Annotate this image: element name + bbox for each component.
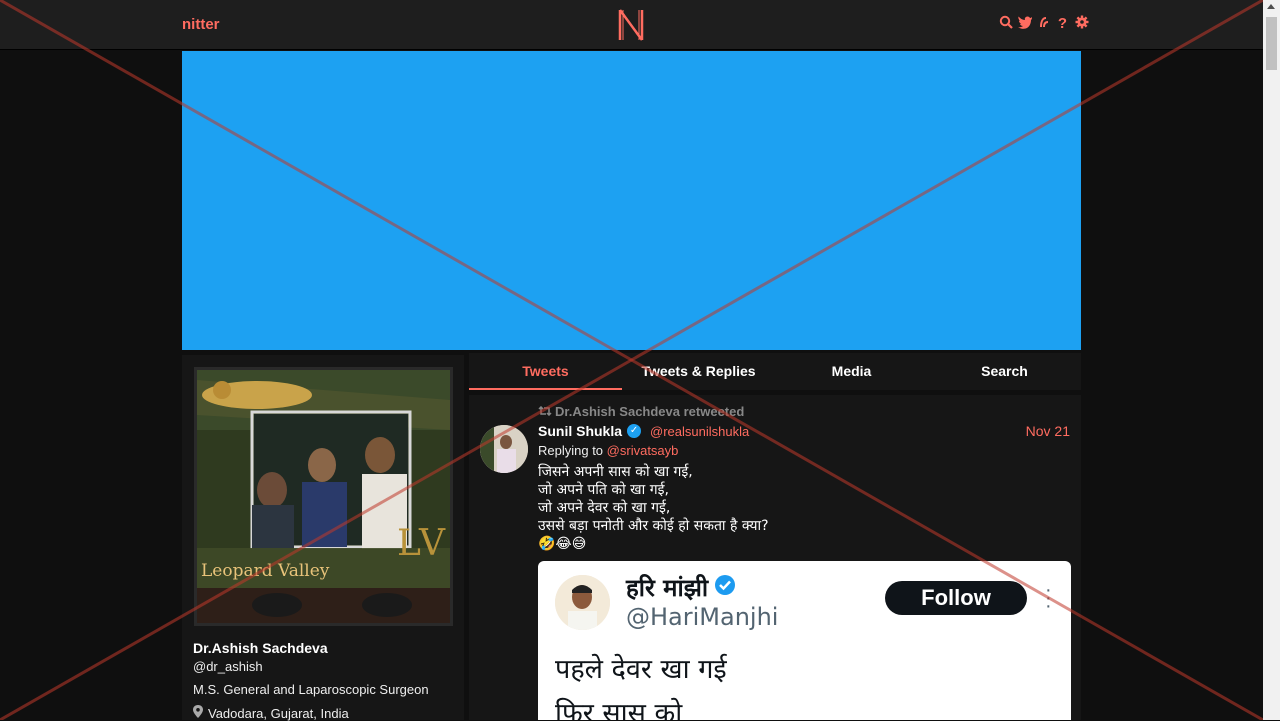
embedded-avatar bbox=[555, 575, 610, 630]
retweet-icon bbox=[538, 404, 552, 419]
embedded-verified-icon bbox=[714, 574, 736, 602]
replying-to: Replying to @srivatsayb bbox=[538, 443, 678, 458]
tab-search[interactable]: Search bbox=[928, 353, 1081, 390]
nav-icons: ? bbox=[998, 15, 1089, 33]
location-text: Vadodara, Gujarat, India bbox=[208, 705, 349, 721]
tab-media[interactable]: Media bbox=[775, 353, 928, 390]
tweet-header: Sunil Shukla ✓ @realsunilshukla bbox=[538, 423, 749, 439]
tweet-avatar[interactable] bbox=[480, 425, 528, 473]
profile-handle[interactable]: @dr_ashish bbox=[193, 659, 263, 674]
more-options-icon: · · · bbox=[1045, 579, 1052, 617]
profile-location: Vadodara, Gujarat, India bbox=[193, 705, 349, 721]
location-pin-icon bbox=[193, 705, 203, 721]
profile-tabs: Tweets Tweets & Replies Media Search bbox=[469, 353, 1081, 390]
svg-text:V: V bbox=[418, 523, 446, 564]
tab-tweets[interactable]: Tweets bbox=[469, 353, 622, 390]
profile-banner[interactable] bbox=[182, 51, 1081, 350]
navbar: nitter ? bbox=[0, 0, 1263, 50]
replying-to-link[interactable]: @srivatsayb bbox=[607, 443, 679, 458]
tweet-author-handle[interactable]: @realsunilshukla bbox=[650, 424, 749, 439]
embedded-handle: @HariManjhi bbox=[626, 603, 779, 631]
scroll-up-arrow-icon[interactable] bbox=[1267, 4, 1275, 9]
help-icon[interactable]: ? bbox=[1055, 15, 1070, 33]
embedded-name-row: हरि मांझी bbox=[626, 571, 736, 604]
tweet-emoji-line: 🤣😂😅 bbox=[538, 536, 587, 552]
embedded-text-line: फिर सास को bbox=[555, 698, 683, 720]
profile-card: Leopard Valley L V Dr.Ashish Sachdeva @d… bbox=[182, 355, 464, 721]
profile-bio: M.S. General and Laparoscopic Surgeon bbox=[193, 682, 429, 697]
search-icon[interactable] bbox=[998, 15, 1013, 33]
rss-icon[interactable] bbox=[1036, 15, 1051, 33]
tweet-line: जिसने अपनी सास को खा गई, bbox=[538, 464, 693, 480]
retweet-header-text[interactable]: Dr.Ashish Sachdeva retweeted bbox=[555, 404, 744, 419]
svg-text:L: L bbox=[397, 523, 421, 564]
tweet-line: उससे बड़ा पनोती और कोई हो सकता है क्या? bbox=[538, 518, 769, 534]
embedded-text-line: पहले देवर खा गई bbox=[555, 654, 727, 685]
profile-name[interactable]: Dr.Ashish Sachdeva bbox=[193, 640, 328, 656]
scrollbar-thumb[interactable] bbox=[1266, 17, 1277, 70]
embedded-follow-button: Follow bbox=[885, 581, 1027, 615]
brand-link[interactable]: nitter bbox=[182, 16, 220, 33]
tweet-media-image[interactable]: हरि मांझी @HariManjhi Follow · · · पहले दे… bbox=[538, 561, 1071, 720]
tweet-author-name[interactable]: Sunil Shukla bbox=[538, 423, 622, 439]
settings-icon[interactable] bbox=[1074, 15, 1089, 33]
tweet-line: जो अपने देवर को खा गई, bbox=[538, 500, 671, 516]
retweet-header: Dr.Ashish Sachdeva retweeted bbox=[538, 404, 744, 419]
profile-photo[interactable]: Leopard Valley L V bbox=[194, 367, 453, 626]
twitter-icon[interactable] bbox=[1017, 15, 1032, 33]
nitter-logo[interactable] bbox=[617, 8, 645, 42]
embedded-name: हरि मांझी bbox=[626, 574, 709, 602]
tweet-text: जिसने अपनी सास को खा गई, जो अपने पति को … bbox=[538, 463, 769, 553]
tweet-date[interactable]: Nov 21 bbox=[1026, 423, 1070, 439]
photo-caption: Leopard Valley bbox=[201, 561, 330, 581]
tab-tweets-replies[interactable]: Tweets & Replies bbox=[622, 353, 775, 390]
verified-badge-icon: ✓ bbox=[627, 424, 642, 438]
tweet-line: जो अपने पति को खा गई, bbox=[538, 482, 669, 498]
timeline: Dr.Ashish Sachdeva retweeted Sunil Shukl… bbox=[469, 395, 1081, 720]
profile-photo-image: Leopard Valley L V bbox=[197, 370, 450, 623]
page-scrollbar[interactable] bbox=[1263, 0, 1280, 720]
replying-prefix: Replying to bbox=[538, 443, 604, 458]
